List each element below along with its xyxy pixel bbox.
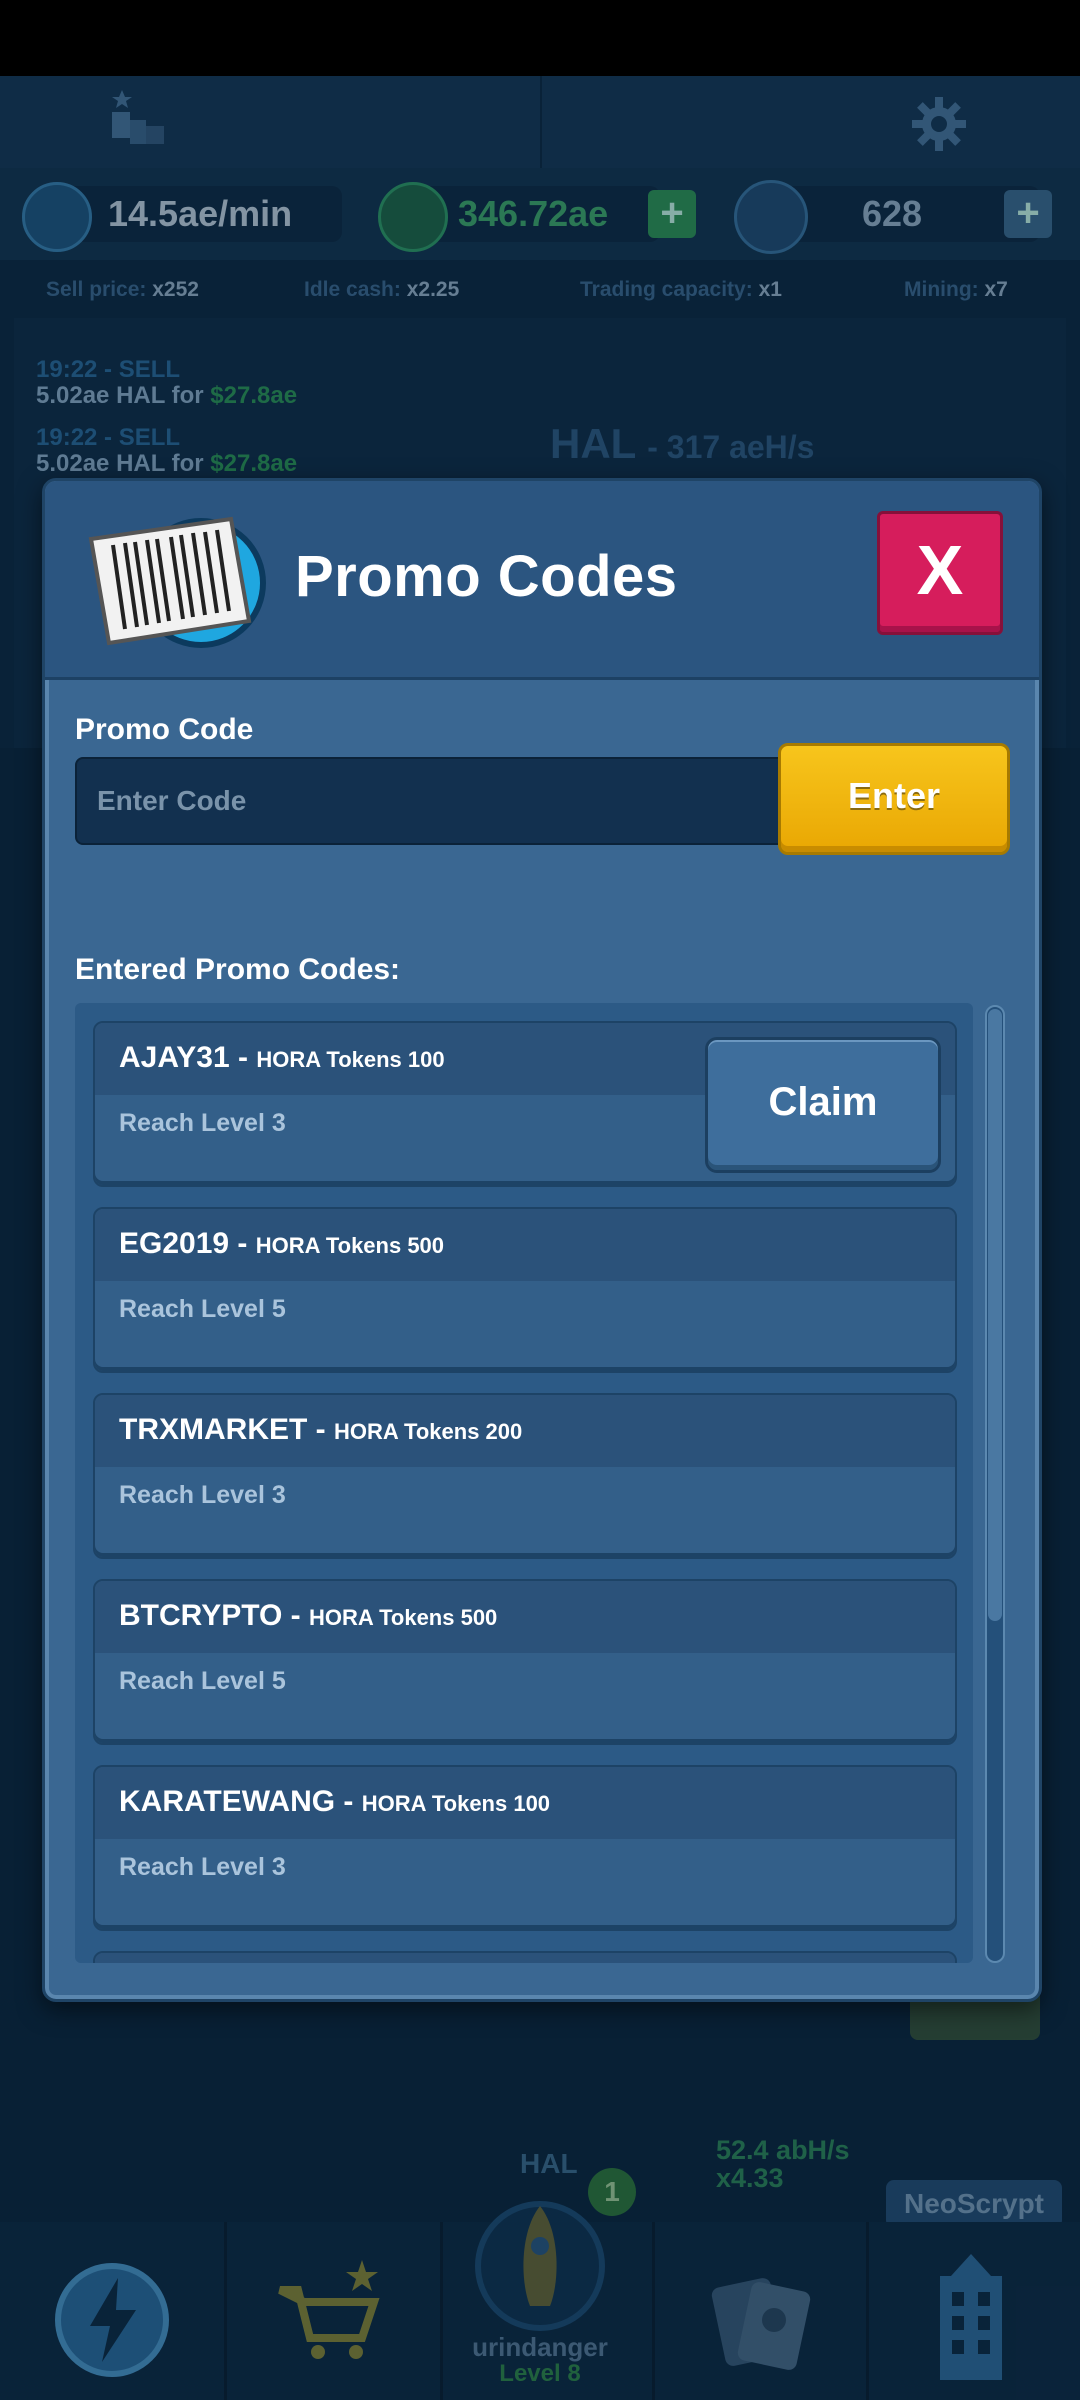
promo-code-card: EG2019 - HORA Tokens 500 Reach Level 5 xyxy=(93,1207,957,1373)
promo-code-label: Promo Code xyxy=(75,713,254,746)
promo-codes-dialog: Promo Codes X Promo Code Enter Entered P… xyxy=(42,478,1042,2002)
entered-codes-label: Entered Promo Codes: xyxy=(75,953,401,986)
promo-code-requirement: Reach Level 5 xyxy=(119,1295,286,1323)
promo-code-title: EG2019 - HORA Tokens 500 xyxy=(119,1227,444,1261)
scrollbar-thumb[interactable] xyxy=(988,1009,1002,1621)
claim-button[interactable]: Claim xyxy=(705,1037,941,1173)
promo-code-reward: HORA Tokens 500 xyxy=(255,1233,445,1258)
close-button[interactable]: X xyxy=(877,511,1003,635)
promo-code-title: TRXMARKET - HORA Tokens 200 xyxy=(119,1413,522,1447)
promo-code-card: BTCRYPTO - HORA Tokens 500 Reach Level 5 xyxy=(93,1579,957,1745)
promo-code-title: KARATEWANG - HORA Tokens 100 xyxy=(119,1785,550,1819)
promo-code-reward: HORA Tokens 100 xyxy=(361,1791,551,1816)
promo-code-name: TRXMARKET - xyxy=(119,1413,334,1446)
promo-code-card-partial xyxy=(93,1951,957,1963)
promo-code-reward: HORA Tokens 500 xyxy=(309,1605,498,1630)
promo-code-requirement: Reach Level 3 xyxy=(119,1109,286,1137)
promo-code-card: AJAY31 - HORA Tokens 100 Reach Level 3 C… xyxy=(93,1021,957,1187)
promo-code-card: KARATEWANG - HORA Tokens 100 Reach Level… xyxy=(93,1765,957,1931)
promo-code-input[interactable] xyxy=(75,757,825,845)
promo-code-requirement: Reach Level 5 xyxy=(119,1667,286,1695)
promo-code-name: KARATEWANG - xyxy=(119,1785,362,1818)
promo-code-list[interactable]: AJAY31 - HORA Tokens 100 Reach Level 3 C… xyxy=(75,1003,973,1963)
promo-code-reward: HORA Tokens 100 xyxy=(256,1047,445,1072)
header-divider xyxy=(45,677,1039,680)
promo-code-name: AJAY31 - xyxy=(119,1041,257,1074)
dialog-title: Promo Codes xyxy=(295,544,678,609)
promo-code-requirement: Reach Level 3 xyxy=(119,1481,286,1509)
status-bar xyxy=(0,0,1080,76)
promo-code-reward: HORA Tokens 200 xyxy=(333,1419,523,1444)
promo-code-title: AJAY31 - HORA Tokens 100 xyxy=(119,1041,445,1075)
promo-code-card: TRXMARKET - HORA Tokens 200 Reach Level … xyxy=(93,1393,957,1559)
promo-code-title: BTCRYPTO - HORA Tokens 500 xyxy=(119,1599,497,1633)
promo-code-name: BTCRYPTO - xyxy=(119,1599,310,1632)
promo-code-requirement: Reach Level 3 xyxy=(119,1853,286,1881)
enter-button[interactable]: Enter xyxy=(778,743,1010,855)
promo-code-name: EG2019 - xyxy=(119,1227,256,1260)
card-header xyxy=(95,1953,955,1963)
barcode-icon xyxy=(88,516,266,648)
